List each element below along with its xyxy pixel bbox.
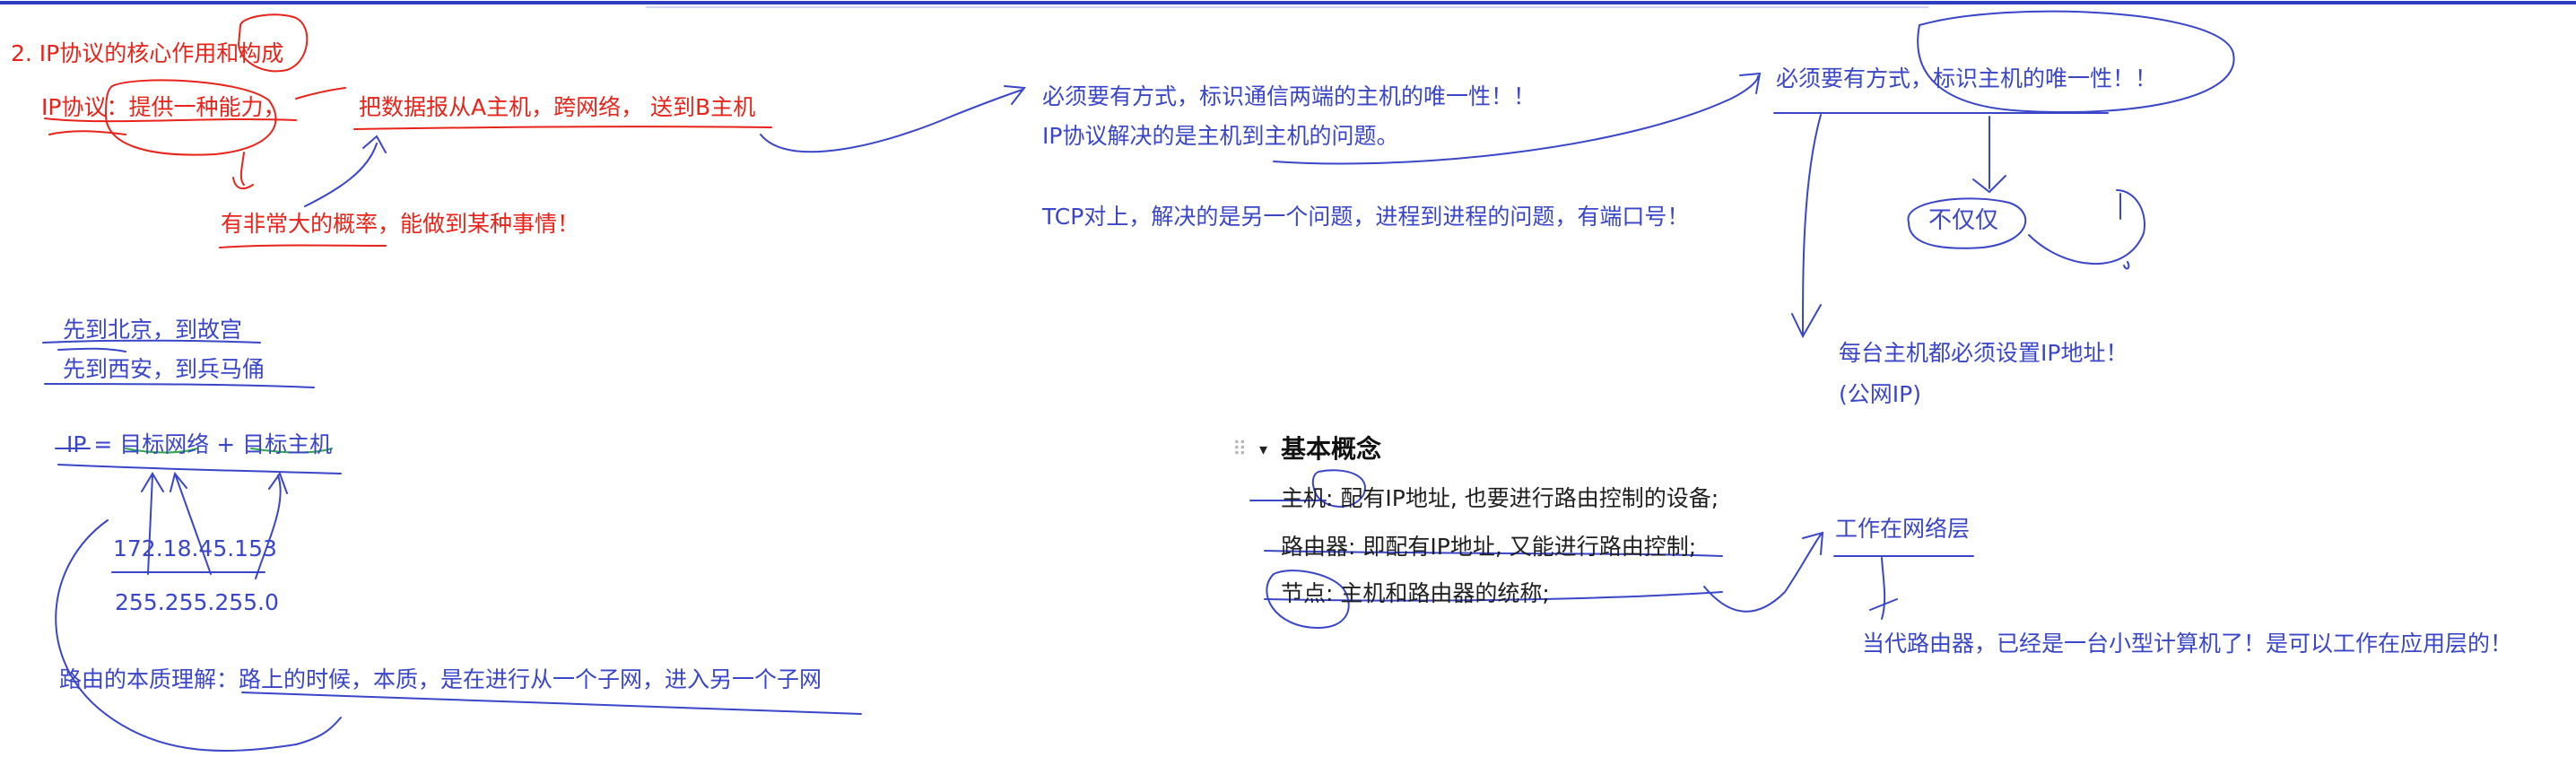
concept-host: 主机: 配有IP地址, 也要进行路由控制的设备; xyxy=(1281,485,1719,511)
xian-note: 先到西安，到兵马俑 xyxy=(63,356,265,382)
routing-essence-note: 路由的本质理解：路上的时候，本质，是在进行从一个子网，进入另一个子网 xyxy=(59,666,822,692)
collapse-toggle-icon[interactable]: ▾ xyxy=(1259,441,1267,459)
send-datagram-note: 把数据报从A主机，跨网络， 送到B主机 xyxy=(359,94,756,120)
host-to-host-note: IP协议解决的是主机到主机的问题。 xyxy=(1042,123,1399,149)
ip-capability-note: IP协议：提供一种能力， xyxy=(41,94,286,120)
modern-router-note: 当代路由器，已经是一台小型计算机了！是可以工作在应用层的！ xyxy=(1862,631,2513,657)
block-drag-handle[interactable]: ⠿ xyxy=(1232,439,1247,461)
unique-comm-note: 必须要有方式，标识通信两端的主机的唯一性！！ xyxy=(1042,83,1536,109)
not-only-note: 不仅仅 xyxy=(1928,207,1999,234)
ip-formula: IP = 目标网络 + 目标主机 xyxy=(66,431,333,457)
section-title: 2. IP协议的核心作用和构成 xyxy=(11,40,284,66)
concept-node: 节点: 主机和路由器的统称; xyxy=(1281,580,1550,606)
concept-router: 路由器: 即配有IP地址, 又能进行路由控制; xyxy=(1281,534,1697,560)
netmask-example: 255.255.255.0 xyxy=(115,589,279,615)
concepts-heading: 基本概念 xyxy=(1281,434,1382,464)
ip-address-example: 172.18.45.153 xyxy=(113,535,277,561)
beijing-note: 先到北京，到故宫 xyxy=(63,317,243,343)
public-ip-note: (公网IP) xyxy=(1839,381,1921,407)
probability-note: 有非常大的概率，能做到某种事情！ xyxy=(221,211,580,237)
unique-host-note: 必须要有方式，标识主机的唯一性！！ xyxy=(1776,65,2158,91)
tcp-note: TCP对上，解决的是另一个问题，进程到进程的问题，有端口号！ xyxy=(1042,204,1690,230)
network-layer-note: 工作在网络层 xyxy=(1835,516,1971,542)
every-host-ip-note: 每台主机都必须设置IP地址！ xyxy=(1839,340,2128,366)
